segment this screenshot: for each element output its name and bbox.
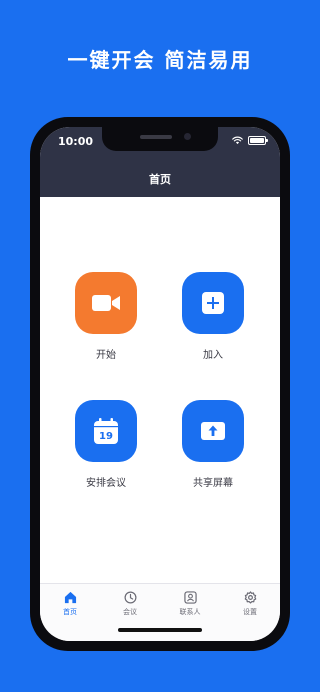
- join-meeting-label: 加入: [203, 350, 223, 361]
- tab-settings-label: 设置: [243, 608, 257, 616]
- top-bar: 10:00 首页: [40, 127, 280, 197]
- tab-settings[interactable]: 设置: [220, 584, 280, 641]
- schedule-meeting-button[interactable]: 19: [75, 400, 137, 462]
- plus-icon: [202, 292, 224, 314]
- share-screen-tile[interactable]: 共享屏幕: [181, 400, 245, 489]
- schedule-meeting-label: 安排会议: [86, 478, 126, 489]
- contacts-icon: [183, 591, 197, 604]
- home-indicator: [118, 628, 202, 632]
- start-meeting-button[interactable]: [75, 272, 137, 334]
- clock-icon: [124, 591, 136, 604]
- tab-home[interactable]: 首页: [40, 584, 100, 641]
- calendar-day: 19: [99, 431, 113, 442]
- share-screen-label: 共享屏幕: [193, 478, 233, 489]
- tab-meetings-label: 会议: [123, 608, 137, 616]
- join-meeting-tile[interactable]: 加入: [181, 272, 245, 361]
- tab-contacts-label: 联系人: [179, 608, 201, 616]
- app-screen: 10:00 首页 开始 加入 19 安排会议 共享屏幕 首页 会议 联系人 设置: [40, 127, 280, 641]
- tab-meetings[interactable]: 会议: [100, 584, 160, 641]
- wifi-icon: [232, 136, 243, 145]
- status-icons: [232, 136, 268, 145]
- page-title: 首页: [149, 173, 171, 186]
- video-camera-icon: [92, 295, 120, 311]
- join-meeting-button[interactable]: [182, 272, 244, 334]
- front-camera: [184, 133, 191, 140]
- phone-notch: [102, 127, 218, 151]
- schedule-meeting-tile[interactable]: 19 安排会议: [74, 400, 138, 489]
- share-screen-button[interactable]: [182, 400, 244, 462]
- share-screen-icon: [201, 422, 225, 440]
- tab-home-label: 首页: [63, 608, 77, 616]
- calendar-icon: 19: [94, 418, 118, 444]
- tab-contacts[interactable]: 联系人: [160, 584, 220, 641]
- phone-frame: 10:00 首页 开始 加入 19 安排会议 共享屏幕 首页 会议 联系人 设置: [30, 117, 290, 651]
- speaker-grille: [140, 135, 172, 139]
- promo-headline: 一键开会 简洁易用: [67, 48, 253, 72]
- status-time: 10:00: [58, 135, 94, 148]
- home-icon: [64, 591, 76, 604]
- gear-icon: [244, 591, 256, 604]
- start-meeting-tile[interactable]: 开始: [74, 272, 138, 361]
- bottom-tab-bar: 首页 会议 联系人 设置: [40, 583, 280, 641]
- start-meeting-label: 开始: [96, 350, 116, 361]
- battery-icon: [248, 136, 268, 145]
